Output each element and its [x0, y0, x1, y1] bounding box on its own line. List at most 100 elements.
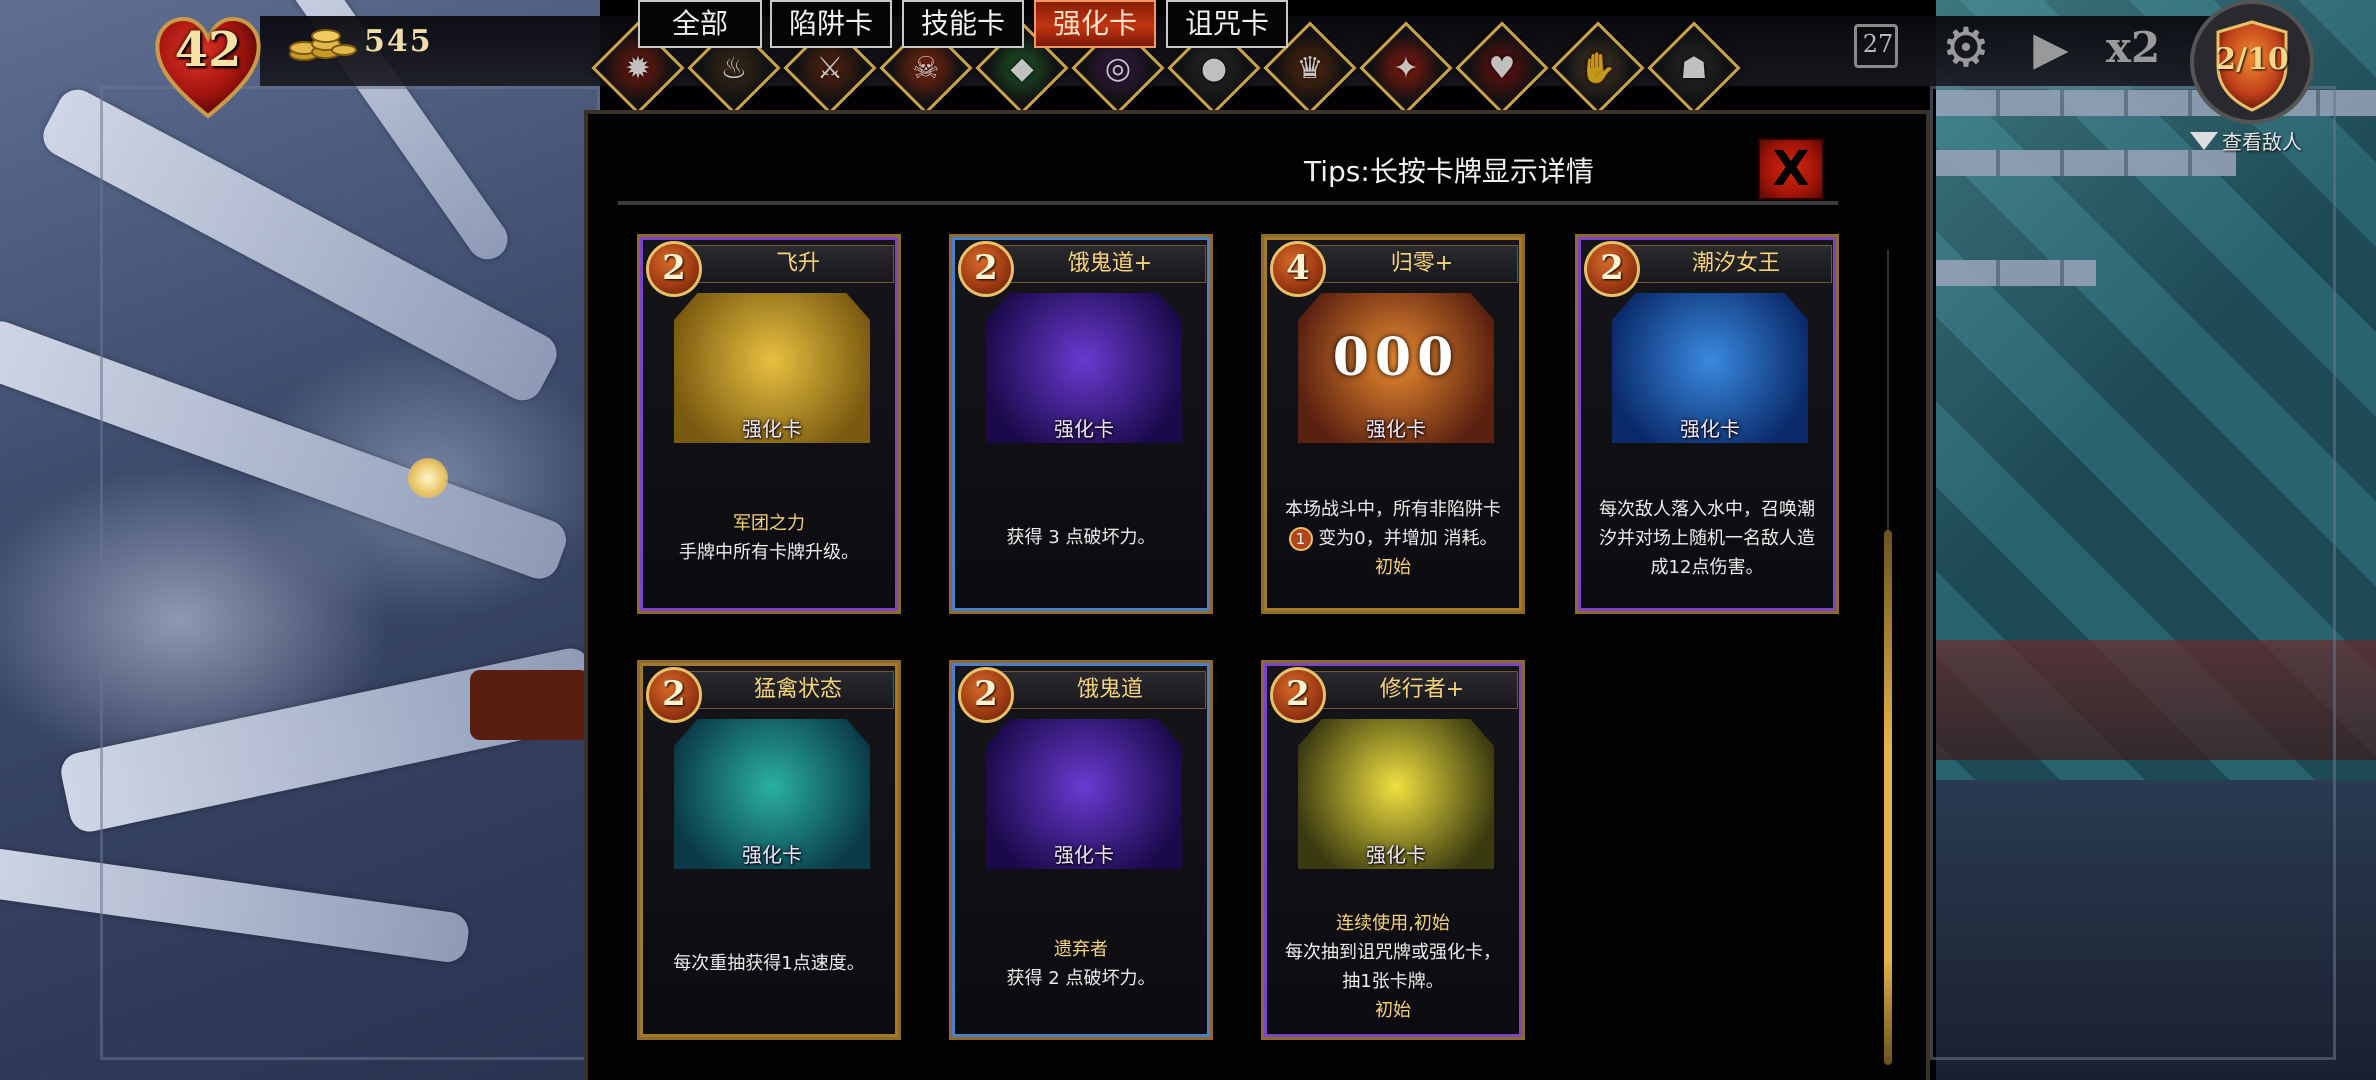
card-art: 强化卡 — [674, 719, 870, 869]
relic-glyph: ✋ — [1579, 50, 1617, 86]
card-cost: 4 — [1270, 241, 1326, 297]
left-board-frame — [100, 86, 600, 1060]
card-title: 饿鬼道 — [1076, 677, 1143, 702]
card-keyword: 初始 — [1375, 557, 1411, 578]
tips-text: Tips:长按卡牌显示详情 — [1304, 155, 1594, 188]
card-description: 本场战斗中，所有非陷阱卡 1 变为0，并增加 消耗。初始 — [1278, 495, 1508, 582]
card-cost: 2 — [646, 667, 702, 723]
card-keyword: 遗弃者 — [1054, 939, 1108, 960]
card-type: 强化卡 — [1680, 417, 1740, 441]
card-title: 归零+ — [1390, 251, 1454, 276]
card-title-bar: 潮汐女王 — [1614, 245, 1832, 283]
card-title-bar: 归零+ — [1300, 245, 1518, 283]
relic-glyph: ☗ — [1680, 50, 1708, 86]
card-desc-line: 每次重抽获得1点速度。 — [673, 953, 865, 974]
card-type: 强化卡 — [1054, 417, 1114, 441]
card-title: 猛禽状态 — [753, 677, 842, 702]
card-cost: 2 — [958, 241, 1014, 297]
card-list-scrollbar[interactable] — [1884, 250, 1892, 1065]
deck-button[interactable]: 27 — [1850, 18, 1906, 78]
card-desc-line: 本场战斗中，所有非陷阱卡 — [1285, 499, 1501, 520]
gem-relic-icon[interactable]: ✦ — [1358, 20, 1454, 116]
card-description: 连续使用,初始每次抽到诅咒牌或强化卡， 抽1张卡牌。 初始 — [1278, 909, 1508, 1025]
card-description: 遗弃者获得 2 点破坏力。 — [966, 935, 1196, 993]
card-keyword: 连续使用,初始 — [1336, 913, 1450, 934]
card-desc-line: 抽1张卡牌。 — [1342, 971, 1444, 992]
card-description: 获得 3 点破坏力。 — [966, 523, 1196, 552]
card-desc-line: 每次敌人落入水中，召唤潮 — [1599, 499, 1815, 520]
relic-glyph: ♥ — [1488, 50, 1516, 86]
gold-coins-icon — [286, 16, 358, 64]
card-art: 强化卡 — [986, 293, 1182, 443]
card-type: 强化卡 — [1366, 843, 1426, 867]
card-desc-line: 每次抽到诅咒牌或强化卡， — [1285, 942, 1501, 963]
card[interactable]: 潮汐女王 2 强化卡每次敌人落入水中，召唤潮 汐并对场上随机一名敌人造 成12点伤害。 — [1575, 234, 1839, 614]
card-desc-line: 1 变为0，并增加 消耗。 — [1278, 524, 1508, 553]
card-keyword: 军团之力 — [733, 513, 805, 534]
card-title-bar: 猛禽状态 — [676, 671, 894, 709]
triangle-down-icon — [2190, 131, 2218, 150]
close-button[interactable]: X — [1758, 138, 1824, 200]
hand-relic-icon[interactable]: ✋ — [1550, 20, 1646, 116]
card-desc-line: 获得 3 点破坏力。 — [1006, 527, 1156, 548]
tab-curse[interactable]: 诅咒卡 — [1166, 0, 1288, 48]
gear-icon[interactable]: ⚙ — [1936, 18, 1996, 78]
card-art: 强化卡 — [1612, 293, 1808, 443]
card-cost: 2 — [1584, 241, 1640, 297]
card-cost: 2 — [646, 241, 702, 297]
card-cost: 2 — [958, 667, 1014, 723]
card-desc-line: 汐并对场上随机一名敌人造 — [1599, 528, 1815, 549]
card[interactable]: 饿鬼道 2 强化卡遗弃者获得 2 点破坏力。 — [949, 660, 1213, 1040]
card[interactable]: 猛禽状态 2 强化卡每次重抽获得1点速度。 — [637, 660, 901, 1040]
card-title-bar: 饿鬼道+ — [988, 245, 1206, 283]
deck-count: 27 — [1862, 30, 1894, 58]
tab-enhance[interactable]: 强化卡 — [1034, 0, 1156, 48]
view-enemy-label: 查看敌人 — [2222, 130, 2302, 154]
card[interactable]: 归零+ 4 000 强化卡本场战斗中，所有非陷阱卡 1 变为0，并增加 消耗。初始 — [1261, 234, 1525, 614]
card-title-bar: 修行者+ — [1300, 671, 1518, 709]
tab-trap[interactable]: 陷阱卡 — [770, 0, 892, 48]
card-art: 强化卡 — [986, 719, 1182, 869]
close-icon: X — [1772, 141, 1810, 197]
card-keyword: 初始 — [1375, 1000, 1411, 1021]
tab-all[interactable]: 全部 — [638, 0, 762, 48]
card-description: 军团之力手牌中所有卡牌升级。 — [654, 509, 884, 567]
card-type: 强化卡 — [1366, 417, 1426, 441]
card[interactable]: 修行者+ 2 强化卡连续使用,初始每次抽到诅咒牌或强化卡， 抽1张卡牌。 初始 — [1261, 660, 1525, 1040]
card-desc-line: 成12点伤害。 — [1650, 557, 1764, 578]
card-type: 强化卡 — [742, 417, 802, 441]
heart-relic-icon[interactable]: ♥ — [1454, 20, 1550, 116]
play-icon[interactable]: ▶ — [2026, 18, 2076, 78]
card-description: 每次敌人落入水中，召唤潮 汐并对场上随机一名敌人造 成12点伤害。 — [1592, 495, 1822, 582]
hp-value: 42 — [174, 22, 242, 78]
card-title: 潮汐女王 — [1691, 251, 1780, 276]
card-title: 修行者+ — [1379, 677, 1465, 702]
view-enemy-button[interactable]: 查看敌人 — [2190, 126, 2302, 155]
speed-toggle[interactable]: x2 — [2106, 18, 2176, 78]
gold-amount: 545 — [364, 24, 433, 59]
card[interactable]: 饿鬼道+ 2 强化卡获得 3 点破坏力。 — [949, 234, 1213, 614]
card-art: 000 强化卡 — [1298, 293, 1494, 443]
beast-relic-icon[interactable]: ☗ — [1646, 20, 1742, 116]
card-art-text: 000 — [1332, 327, 1460, 388]
card-desc-line: 手牌中所有卡牌升级。 — [679, 542, 859, 563]
cost-icon: 1 — [1288, 527, 1313, 551]
card-title: 饿鬼道+ — [1067, 251, 1153, 276]
card-description: 每次重抽获得1点速度。 — [654, 949, 884, 978]
card-art: 强化卡 — [1298, 719, 1494, 869]
tab-divider — [618, 201, 1838, 205]
card-title-bar: 饿鬼道 — [988, 671, 1206, 709]
relic-glyph: ✦ — [1393, 50, 1419, 86]
card-type: 强化卡 — [742, 843, 802, 867]
scroll-thumb[interactable] — [1884, 530, 1892, 1065]
card-title-bar: 飞升 — [676, 245, 894, 283]
wave-counter: 2/10 — [2215, 42, 2289, 77]
card-title: 飞升 — [775, 251, 820, 276]
right-board-frame — [1930, 86, 2336, 1060]
card[interactable]: 飞升 2 强化卡军团之力手牌中所有卡牌升级。 — [637, 234, 901, 614]
card-type: 强化卡 — [1054, 843, 1114, 867]
card-desc-line: 获得 2 点破坏力。 — [1006, 968, 1156, 989]
tab-skill[interactable]: 技能卡 — [902, 0, 1024, 48]
card-art: 强化卡 — [674, 293, 870, 443]
card-cost: 2 — [1270, 667, 1326, 723]
